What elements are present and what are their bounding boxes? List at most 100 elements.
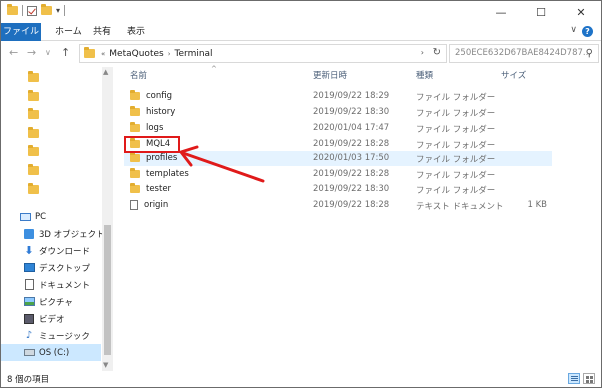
desktop-icon <box>23 263 35 272</box>
properties-icon[interactable] <box>27 5 37 16</box>
quick-access-folder-icon[interactable] <box>28 108 39 119</box>
help-icon[interactable]: ? <box>582 26 593 37</box>
up-arrow-icon[interactable]: ↑ <box>61 46 70 59</box>
folder-icon <box>130 90 140 100</box>
quick-access-folder-icon[interactable] <box>28 145 39 156</box>
file-type: ファイル フォルダー <box>416 125 496 135</box>
ribbon: ファイル ホーム 共有 表示 ∨ ? <box>1 23 601 41</box>
table-row[interactable]: config 2019/09/22 18:29 ファイル フォルダー <box>124 89 552 104</box>
forward-arrow-icon[interactable]: → <box>27 46 36 59</box>
text-file-icon <box>130 200 138 210</box>
file-type: ファイル フォルダー <box>416 186 496 196</box>
sidebar-item-label: 3D オブジェクト <box>39 229 105 240</box>
recent-locations-icon[interactable]: ∨ <box>45 48 51 57</box>
scrollbar-thumb[interactable] <box>104 225 111 355</box>
sidebar-item-label: PC <box>35 211 47 222</box>
qat-separator <box>22 5 23 16</box>
column-header-type[interactable]: 種類 <box>416 67 433 85</box>
sidebar-item-pictures[interactable]: ピクチャ <box>23 293 73 310</box>
explorer-window: ▾ — ☐ ✕ ファイル ホーム 共有 表示 ∨ ? ← → ∨ ↑ « Met… <box>0 0 602 388</box>
file-date: 2019/09/22 18:28 <box>313 200 390 210</box>
file-type: ファイル フォルダー <box>416 171 496 181</box>
details-view-icon[interactable] <box>568 373 580 384</box>
sort-ascending-icon: ^ <box>211 65 217 73</box>
folder-icon <box>130 152 140 162</box>
new-folder-icon[interactable] <box>41 4 52 15</box>
sidebar-item-3d-objects[interactable]: 3D オブジェクト <box>23 225 105 242</box>
file-date: 2019/09/22 18:30 <box>313 184 390 194</box>
quick-access-toolbar: ▾ <box>7 4 66 16</box>
nav-scrollbar[interactable]: ▲ ▼ <box>102 67 113 371</box>
overflow-icon[interactable]: « <box>101 50 105 58</box>
sidebar-item-videos[interactable]: ビデオ <box>23 310 65 327</box>
search-input[interactable]: 250ECE632D67BAE8424D787... ⚲ <box>449 44 599 63</box>
window-controls: — ☐ ✕ <box>481 1 601 23</box>
large-icons-view-icon[interactable] <box>583 373 595 384</box>
table-row[interactable]: history 2019/09/22 18:30 ファイル フォルダー <box>124 105 552 120</box>
address-bar[interactable]: « MetaQuotes › Terminal › ↻ <box>79 44 447 63</box>
sidebar-item-pc[interactable]: PC <box>19 208 46 225</box>
qat-dropdown-icon[interactable]: ▾ <box>56 6 60 15</box>
chevron-right-icon[interactable]: › <box>168 50 171 58</box>
column-header-date[interactable]: 更新日時 <box>313 67 347 85</box>
annotation-arrow <box>179 145 265 183</box>
file-size: 1 KB <box>527 200 547 210</box>
sidebar-item-documents[interactable]: ドキュメント <box>23 276 90 293</box>
qat-separator <box>64 5 66 16</box>
file-date: 2020/01/03 17:50 <box>313 153 390 163</box>
sidebar-item-music[interactable]: ♪ ミュージック <box>23 327 90 344</box>
breadcrumb-metaquotes[interactable]: MetaQuotes <box>109 49 163 59</box>
file-type: テキスト ドキュメント <box>416 202 504 212</box>
file-type: ファイル フォルダー <box>416 155 496 165</box>
breadcrumb-terminal[interactable]: Terminal <box>175 49 213 59</box>
sidebar-item-downloads[interactable]: ⬇ ダウンロード <box>23 242 90 259</box>
download-icon: ⬇ <box>24 244 34 257</box>
column-header-name-label: 名前 <box>130 71 148 81</box>
scroll-down-icon[interactable]: ▼ <box>103 361 108 369</box>
drive-icon <box>23 349 35 356</box>
sidebar-item-label: ダウンロード <box>39 246 91 257</box>
tab-home[interactable]: ホーム <box>47 23 90 41</box>
scroll-up-icon[interactable]: ▲ <box>103 68 108 76</box>
tab-file[interactable]: ファイル <box>1 23 41 41</box>
ribbon-expand-icon[interactable]: ∨ <box>570 25 577 35</box>
sidebar-item-os-drive[interactable]: OS (C:) <box>1 344 101 361</box>
maximize-button[interactable]: ☐ <box>521 1 561 23</box>
address-row: ← → ∨ ↑ « MetaQuotes › Terminal › ↻ 250E… <box>1 42 601 66</box>
tab-view[interactable]: 表示 <box>119 23 153 41</box>
file-name: history <box>146 107 176 117</box>
refresh-icon[interactable]: ↻ <box>433 47 441 58</box>
quick-access-folder-icon[interactable] <box>28 127 39 138</box>
table-row[interactable]: logs 2020/01/04 17:47 ファイル フォルダー <box>124 121 552 136</box>
quick-access-folder-icon[interactable] <box>28 183 39 194</box>
file-list: 名前 ^ 更新日時 種類 サイズ config 2019/09/22 18:29… <box>114 65 601 371</box>
sidebar-item-desktop[interactable]: デスクトップ <box>23 259 90 276</box>
column-header-name[interactable]: 名前 <box>130 67 147 85</box>
music-icon: ♪ <box>25 329 33 341</box>
3d-objects-icon <box>23 228 35 239</box>
minimize-button[interactable]: — <box>481 1 521 23</box>
back-arrow-icon[interactable]: ← <box>9 46 18 59</box>
folder-icon <box>130 106 140 116</box>
address-dropdown-icon[interactable]: › <box>421 48 424 57</box>
picture-icon <box>23 297 35 306</box>
quick-access-folder-icon[interactable] <box>28 71 39 82</box>
file-date: 2019/09/22 18:29 <box>313 91 390 101</box>
file-name: logs <box>146 123 164 133</box>
file-name: tester <box>146 184 172 194</box>
close-button[interactable]: ✕ <box>561 1 601 23</box>
search-placeholder: 250ECE632D67BAE8424D787... <box>455 48 592 58</box>
folder-icon <box>84 47 95 58</box>
item-count: 8 個の項目 <box>7 375 50 385</box>
quick-access-folder-icon[interactable] <box>28 90 39 101</box>
video-icon <box>23 313 35 324</box>
quick-access-folder-icon[interactable] <box>28 164 39 175</box>
sidebar-item-label: ピクチャ <box>39 297 73 308</box>
table-row[interactable]: origin 2019/09/22 18:28 テキスト ドキュメント 1 KB <box>124 198 552 213</box>
file-date: 2020/01/04 17:47 <box>313 123 390 133</box>
folder-icon <box>130 122 140 132</box>
column-header-size[interactable]: サイズ <box>501 67 526 85</box>
file-name: config <box>146 91 173 101</box>
file-date: 2019/09/22 18:28 <box>313 139 390 149</box>
tab-share[interactable]: 共有 <box>85 23 119 41</box>
